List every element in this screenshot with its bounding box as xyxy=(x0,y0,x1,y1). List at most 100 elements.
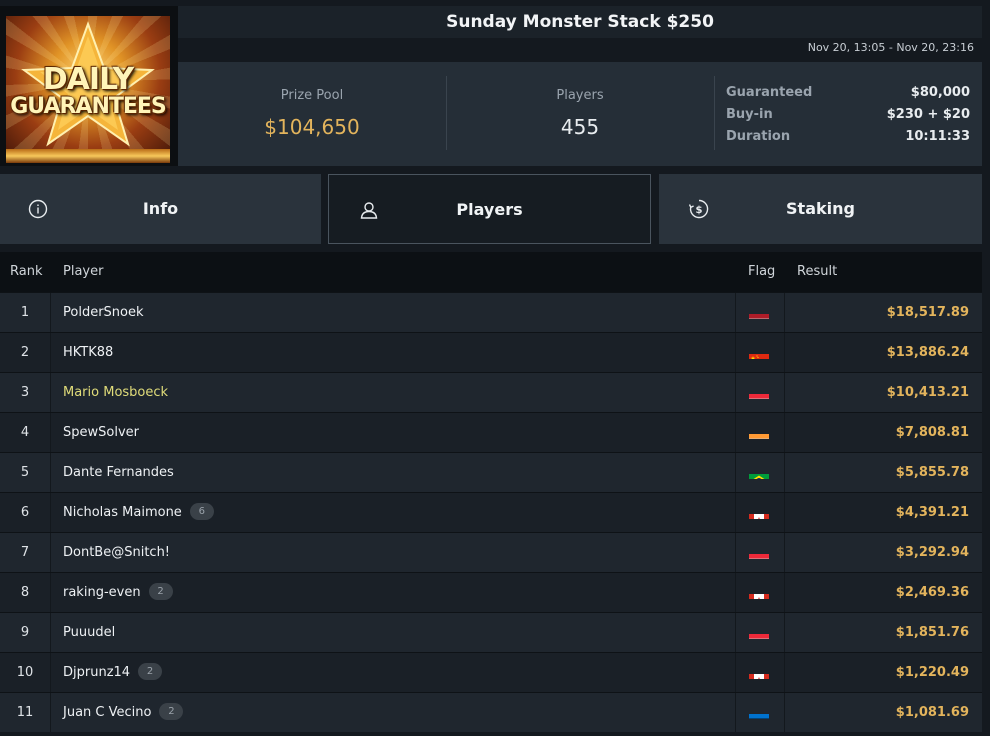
table-row[interactable]: 11 Juan C Vecino 2 $1,081.69 xyxy=(0,692,982,732)
players-stat: Players 455 xyxy=(446,62,714,166)
detail-value: $230 + $20 xyxy=(886,107,970,122)
rank-cell: 11 xyxy=(0,693,51,732)
rank-cell: 10 xyxy=(0,653,51,692)
results-table: Rank Player Flag Result 1 PolderSnoek $18,… xyxy=(0,252,982,732)
player-name[interactable]: HKTK88 xyxy=(63,345,113,360)
table-row[interactable]: 8 raking-even 2 $2,469.36 xyxy=(0,572,982,612)
rank-cell: 5 xyxy=(0,453,51,492)
china-flag-icon xyxy=(749,345,769,359)
rank-cell: 4 xyxy=(0,413,51,452)
header-result[interactable]: Result xyxy=(797,252,837,292)
tab-info-label: Info xyxy=(142,199,179,218)
rank-cell: 1 xyxy=(0,293,51,332)
result-cell: $18,517.89 xyxy=(886,305,969,320)
tab-players[interactable]: Players xyxy=(328,174,651,244)
table-row[interactable]: 1 PolderSnoek $18,517.89 xyxy=(0,292,982,332)
table-row[interactable]: 9 Puuudel $1,851.76 xyxy=(0,612,982,652)
entries-badge: 2 xyxy=(159,703,184,720)
table-row[interactable]: 10 Djprunz14 2 $1,220.49 xyxy=(0,652,982,692)
table-body: 1 PolderSnoek $18,517.89 2 HKTK88 $13,886.24 3… xyxy=(0,292,982,732)
rank-cell: 2 xyxy=(0,333,51,372)
player-name[interactable]: Nicholas Maimone xyxy=(63,505,182,520)
estonia-flag-icon xyxy=(749,705,769,719)
player-name[interactable]: Juan C Vecino xyxy=(63,705,151,720)
rank-cell: 3 xyxy=(0,373,51,412)
player-cell[interactable]: Dante Fernandes xyxy=(63,453,174,492)
detail-value: $80,000 xyxy=(910,85,970,100)
tab-bar: Info Players $ Staking xyxy=(0,174,990,244)
prize-pool-label: Prize Pool xyxy=(280,88,344,103)
entries-badge: 2 xyxy=(148,583,173,600)
rank-cell: 6 xyxy=(0,493,51,532)
rank-cell: 8 xyxy=(0,573,51,612)
brazil-flag-icon xyxy=(749,465,769,479)
player-cell[interactable]: HKTK88 xyxy=(63,333,113,372)
player-name[interactable]: PolderSnoek xyxy=(63,305,144,320)
daily-guarantees-logo-image: DAILY GUARANTEES xyxy=(6,16,170,163)
tournament-details: Guaranteed $80,000 Buy-in $230 + $20 Dur… xyxy=(726,82,970,148)
flag-cell xyxy=(735,453,785,492)
header-flag[interactable]: Flag xyxy=(748,252,775,292)
player-cell[interactable]: Nicholas Maimone 6 xyxy=(63,493,214,532)
table-row[interactable]: 2 HKTK88 $13,886.24 xyxy=(0,332,982,372)
tab-info[interactable]: Info xyxy=(0,174,321,244)
stats-divider xyxy=(714,76,715,150)
flag-cell xyxy=(735,613,785,652)
table-row[interactable]: 4 SpewSolver $7,808.81 xyxy=(0,412,982,452)
result-cell: $1,220.49 xyxy=(895,665,969,680)
canada-flag-icon xyxy=(749,665,769,679)
tournament-title: Sunday Monster Stack $250 xyxy=(178,6,982,38)
result-cell: $2,469.36 xyxy=(895,585,969,600)
table-row[interactable]: 5 Dante Fernandes $5,855.78 xyxy=(0,452,982,492)
flag-cell xyxy=(735,693,785,732)
players-value: 455 xyxy=(560,115,600,139)
flag-cell xyxy=(735,333,785,372)
canada-flag-icon xyxy=(749,585,769,599)
detail-label: Guaranteed xyxy=(726,85,813,100)
header-player[interactable]: Player xyxy=(63,252,103,292)
player-cell[interactable]: Juan C Vecino 2 xyxy=(63,693,184,732)
flag-cell xyxy=(735,413,785,452)
player-name[interactable]: DontBe@Snitch! xyxy=(63,545,170,560)
player-cell[interactable]: Djprunz14 2 xyxy=(63,653,163,692)
header-rank[interactable]: Rank xyxy=(10,252,42,292)
player-cell[interactable]: Mario Mosboeck xyxy=(63,373,168,412)
netherlands-flag-icon xyxy=(749,305,769,319)
stats-panel: Prize Pool $104,650 Players 455 Guarante… xyxy=(178,62,982,166)
rank-cell: 9 xyxy=(0,613,51,652)
tab-players-label: Players xyxy=(456,200,523,219)
table-row[interactable]: 6 Nicholas Maimone 6 $4,391.21 xyxy=(0,492,982,532)
player-name[interactable]: raking-even xyxy=(63,585,141,600)
player-name[interactable]: Puuudel xyxy=(63,625,115,640)
detail-value: 10:11:33 xyxy=(905,129,970,144)
table-row[interactable]: 3 Mario Mosboeck $10,413.21 xyxy=(0,372,982,412)
player-name[interactable]: SpewSolver xyxy=(63,425,139,440)
player-name[interactable]: Dante Fernandes xyxy=(63,465,174,480)
logo-text-daily: DAILY xyxy=(42,62,134,97)
detail-buy-in: Buy-in $230 + $20 xyxy=(726,104,970,126)
tab-staking[interactable]: $ Staking xyxy=(659,174,982,244)
player-cell[interactable]: PolderSnoek xyxy=(63,293,144,332)
result-cell: $7,808.81 xyxy=(895,425,969,440)
player-cell[interactable]: raking-even 2 xyxy=(63,573,173,612)
players-label: Players xyxy=(556,88,604,103)
entries-badge: 2 xyxy=(138,663,163,680)
flag-cell xyxy=(735,373,785,412)
table-header: Rank Player Flag Result xyxy=(0,252,982,292)
player-name[interactable]: Djprunz14 xyxy=(63,665,130,680)
result-cell: $5,855.78 xyxy=(895,465,969,480)
player-cell[interactable]: Puuudel xyxy=(63,613,115,652)
prize-pool-stat: Prize Pool $104,650 xyxy=(178,62,446,166)
result-cell: $1,081.69 xyxy=(895,705,969,720)
tournament-dates: Nov 20, 13:05 - Nov 20, 23:16 xyxy=(807,41,974,54)
result-cell: $13,886.24 xyxy=(886,345,969,360)
player-name[interactable]: Mario Mosboeck xyxy=(63,385,168,400)
player-cell[interactable]: DontBe@Snitch! xyxy=(63,533,170,572)
tab-staking-label: Staking xyxy=(786,199,855,218)
table-row[interactable]: 7 DontBe@Snitch! $3,292.94 xyxy=(0,532,982,572)
prize-pool-value: $104,650 xyxy=(264,115,360,139)
canada-flag-icon xyxy=(749,505,769,519)
detail-label: Buy-in xyxy=(726,107,773,122)
player-cell[interactable]: SpewSolver xyxy=(63,413,139,452)
india-flag-icon xyxy=(749,425,769,439)
